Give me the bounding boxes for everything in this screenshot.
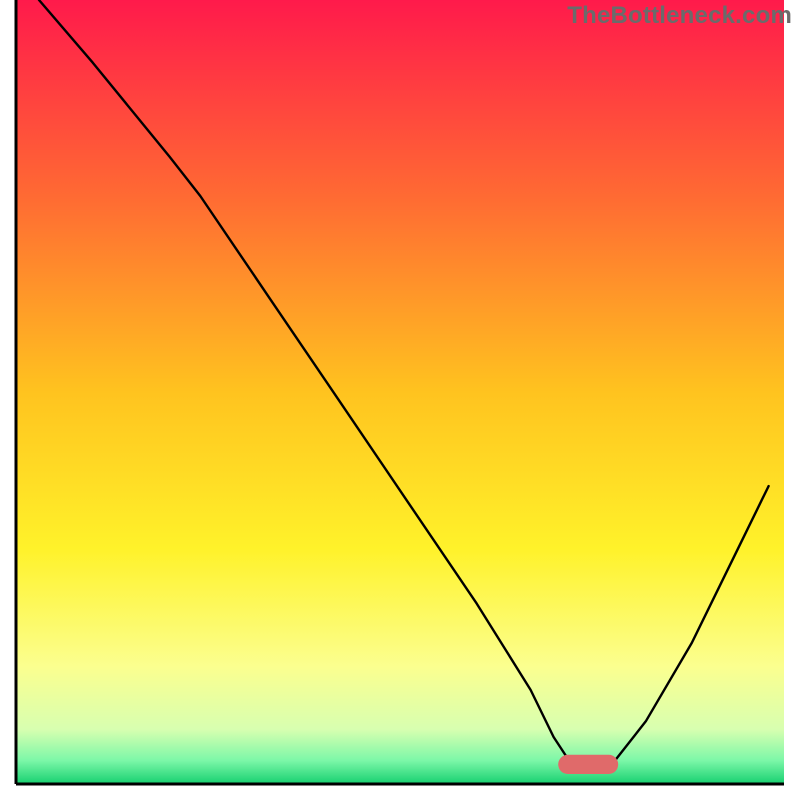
bottleneck-plot-svg: [0, 0, 800, 800]
target-marker: [558, 755, 618, 774]
chart-container: TheBottleneck.com: [0, 0, 800, 800]
gradient-background: [16, 0, 784, 784]
watermark-text: TheBottleneck.com: [567, 2, 792, 30]
